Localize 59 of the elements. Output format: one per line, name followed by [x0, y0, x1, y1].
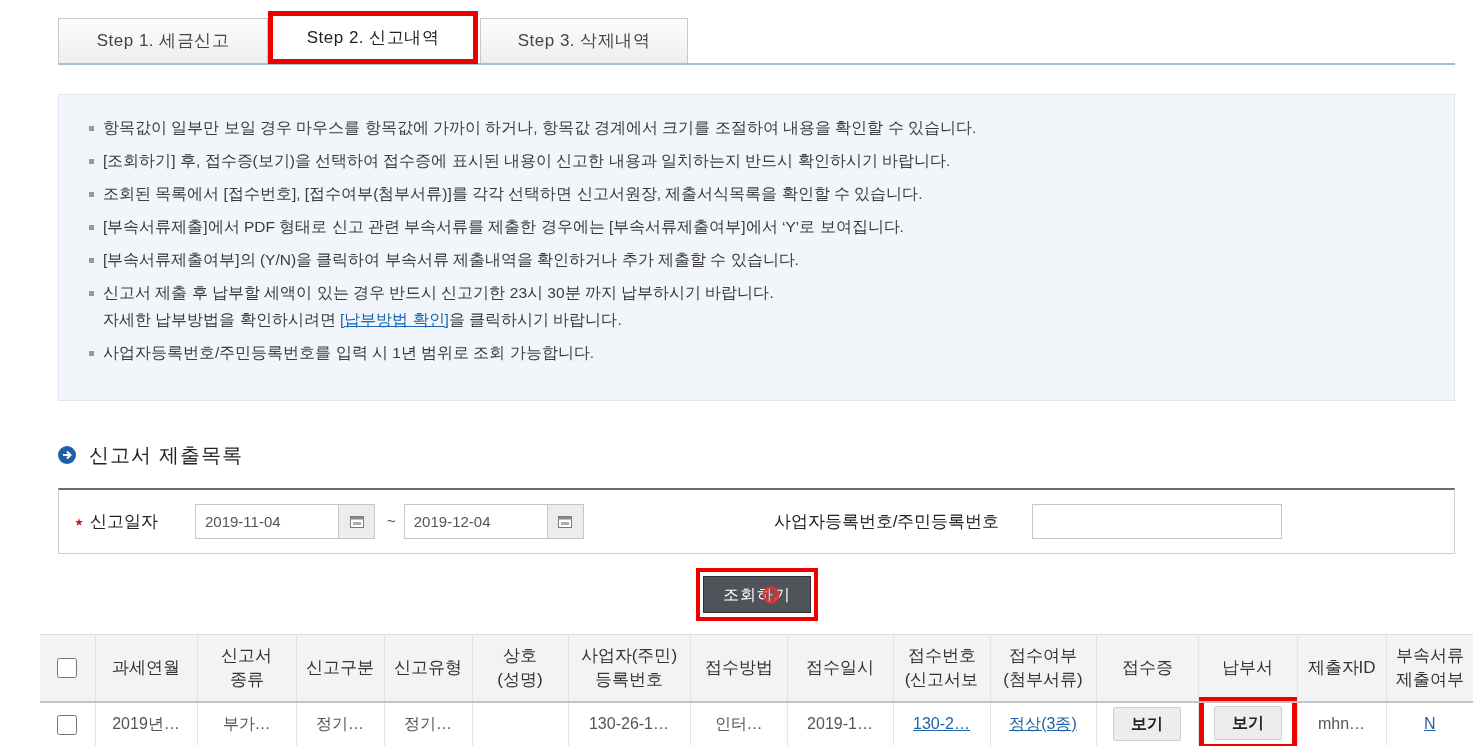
table-cell: 2019-1… [787, 701, 893, 746]
section-title: 신고서 제출목록 [89, 443, 243, 468]
table-link[interactable]: 정상(3종) [1009, 715, 1077, 732]
date-field[interactable]: 2019-12-04 [403, 504, 548, 539]
notice-text: 조회된 목록에서 [접수번호], [접수여부(첨부서류)]를 각각 선택하면 신고서원장, 제출서식목록을 확인할 수 있습니다. [103, 184, 923, 204]
column-header: 접수방법 [690, 634, 787, 702]
select-all-checkbox[interactable] [57, 658, 78, 679]
view-button[interactable]: 보기 [1213, 706, 1282, 740]
column-header: 납부서 [1198, 634, 1297, 702]
column-header: 접수일시 [787, 634, 893, 702]
table-cell: 부가… [197, 701, 296, 746]
column-header: 제출자ID [1297, 634, 1386, 702]
payment-method-link[interactable]: [납부방법 확인] [339, 311, 449, 328]
arrow-circle-icon [58, 446, 76, 464]
registration-number-field[interactable] [1031, 504, 1282, 539]
table-link[interactable]: N [1423, 715, 1436, 732]
table-cell: 정기… [384, 701, 472, 746]
notice-text: [부속서류제출여부]의 (Y/N)을 클릭하여 부속서류 제출내역을 확인하거나 추가 제출할 수 있습니다. [103, 250, 799, 270]
calendar-icon [558, 515, 573, 528]
column-header: 과세연월 [95, 634, 197, 702]
view-button[interactable]: 보기 [1113, 707, 1181, 741]
table-cell: mhn… [1297, 701, 1386, 746]
square-bullet-icon [89, 291, 94, 296]
column-header: 신고유형 [384, 634, 472, 702]
field-label: 사업자등록번호/주민등록번호 [773, 510, 1000, 533]
calendar-button[interactable] [339, 504, 375, 539]
notice-text: [조회하기] 후, 접수증(보기)을 선택하여 접수증에 표시된 내용이 신고한 내용과 일치하는지 반드시 확인하시기 바랍니다. [103, 151, 951, 171]
table-cell: 정기… [296, 701, 384, 746]
square-bullet-icon [89, 126, 94, 131]
column-header: 사업자(주민) 등록번호 [568, 634, 690, 702]
calendar-icon [349, 515, 364, 528]
table-link[interactable]: 130-2… [913, 715, 970, 732]
tab[interactable]: Step 3. 삭제내역 [480, 18, 688, 63]
column-header: 부속서류 제출여부 [1386, 634, 1473, 702]
row-checkbox[interactable] [57, 714, 78, 735]
notice-text: 사업자등록번호/주민등록번호를 입력 시 1년 범위로 조회 가능합니다. [103, 343, 595, 363]
square-bullet-icon [89, 225, 94, 230]
notice-text: 항목값이 일부만 보일 경우 마우스를 항목값에 가까이 하거나, 항목값 경계에서 크기를 조절하여 내용을 확인할 수 있습니다. [103, 118, 977, 138]
field-label: 신고일자 [90, 510, 159, 533]
notice-text: 신고서 제출 후 납부할 세액이 있는 경우 반드시 신고기한 23시 30분 까지 납부하시기 바랍니다. [103, 283, 774, 303]
table-cell: 130-26-1… [568, 701, 690, 746]
column-header: 접수번호 (신고서보 [893, 634, 990, 702]
column-header: 상호 (성명) [472, 634, 568, 702]
column-header: 신고구분 [296, 634, 384, 702]
tab[interactable]: Step 1. 세금신고 [58, 18, 268, 63]
range-separator: ~ [387, 511, 396, 532]
square-bullet-icon [89, 351, 94, 356]
calendar-button[interactable] [547, 504, 584, 539]
notice-text: [부속서류제출]에서 PDF 형태로 신고 관련 부속서류를 제출한 경우에는 [부속서류제출여부]에서 ‘Y’로 보여집니다. [103, 217, 904, 237]
column-header: 접수여부 (첨부서류) [990, 634, 1096, 702]
square-bullet-icon [89, 258, 94, 263]
notice-text: 자세한 납부방법을 확인하시려면 [납부방법 확인]을 클릭하시기 바랍니다. [103, 310, 623, 330]
column-header: 신고서 종류 [197, 634, 296, 702]
square-bullet-icon [89, 159, 94, 164]
square-bullet-icon [89, 192, 94, 197]
table-cell: 인터… [690, 701, 787, 746]
table-cell: 2019년… [95, 701, 197, 746]
date-field[interactable]: 2019-11-04 [195, 504, 339, 539]
column-header: 접수증 [1096, 634, 1198, 702]
